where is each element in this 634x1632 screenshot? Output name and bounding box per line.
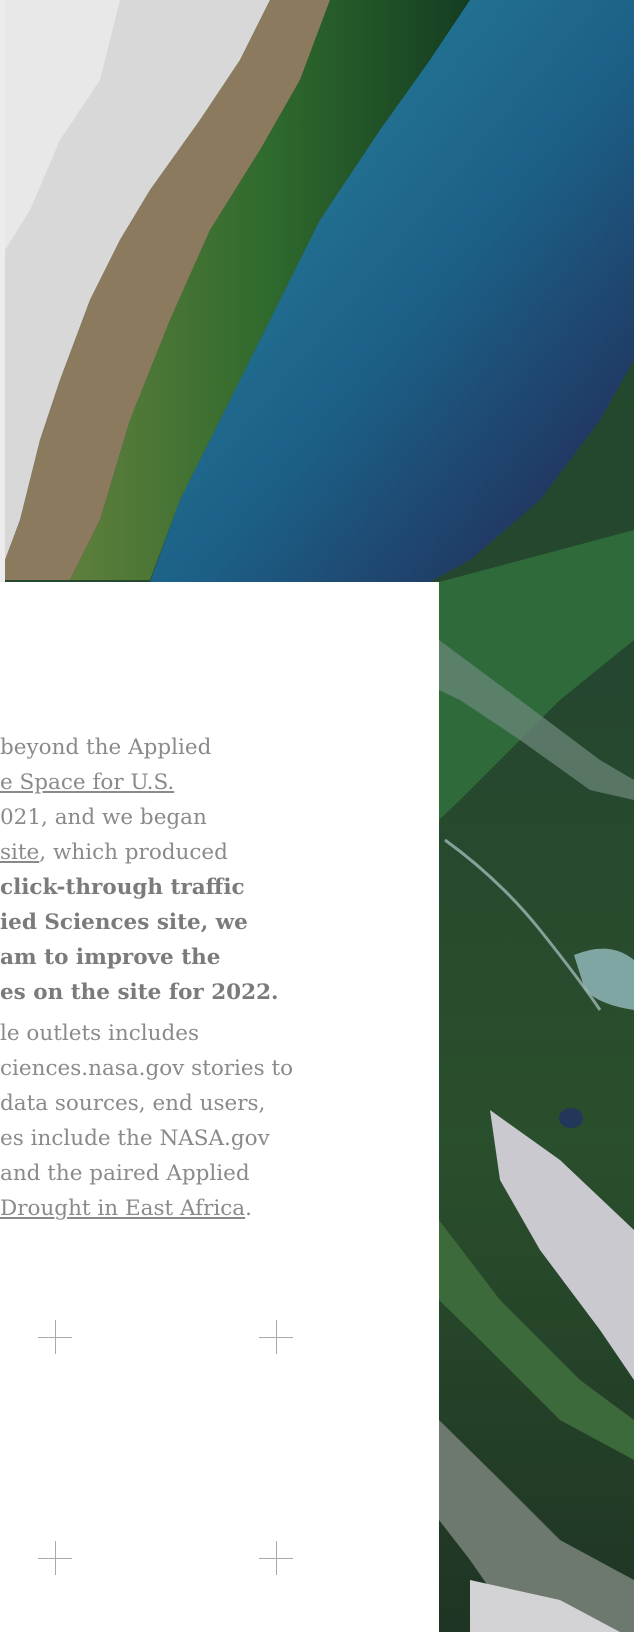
p1-line-8: es on the site for 2022. — [0, 980, 279, 1005]
p2-line-3: data sources, end users, — [0, 1091, 266, 1116]
crosshair-icon — [38, 1541, 72, 1575]
p2-line-6-rest: . — [245, 1196, 252, 1221]
p1-line-1: beyond the Applied — [0, 735, 212, 760]
p1-line-5: click-through traffic — [0, 875, 245, 900]
link-space-for-us[interactable]: e Space for U.S. — [0, 770, 174, 795]
crosshair-icon — [259, 1541, 293, 1575]
p1-line-7: am to improve the — [0, 945, 221, 970]
article-text: beyond the Applied e Space for U.S. 021,… — [0, 730, 439, 1250]
image-frame-edge — [0, 0, 5, 623]
p1-line-3: 021, and we began — [0, 805, 207, 830]
p1-line-4-rest: , which produced — [39, 840, 228, 865]
p2-line-4: es include the NASA.gov — [0, 1126, 270, 1151]
p2-line-5: and the paired Applied — [0, 1161, 250, 1186]
link-drought-east-africa[interactable]: Drought in East Africa — [0, 1196, 245, 1221]
crosshair-icon — [38, 1320, 72, 1354]
crosshair-icon — [259, 1320, 293, 1354]
p2-line-2: ciences.nasa.gov stories to — [0, 1056, 294, 1081]
p2-line-1: le outlets includes — [0, 1021, 199, 1046]
p1-line-6: ied Sciences site, we — [0, 910, 248, 935]
link-site[interactable]: site — [0, 840, 39, 865]
